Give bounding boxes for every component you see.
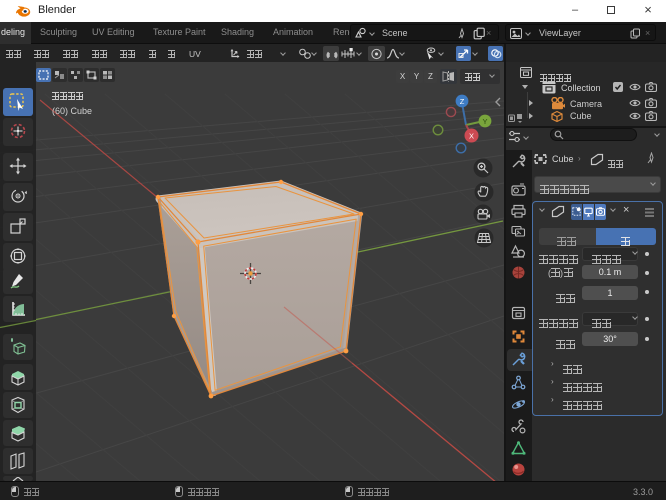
- svg-text:Y: Y: [482, 117, 487, 126]
- svg-text:X: X: [469, 132, 474, 141]
- svg-text:Z: Z: [460, 97, 465, 106]
